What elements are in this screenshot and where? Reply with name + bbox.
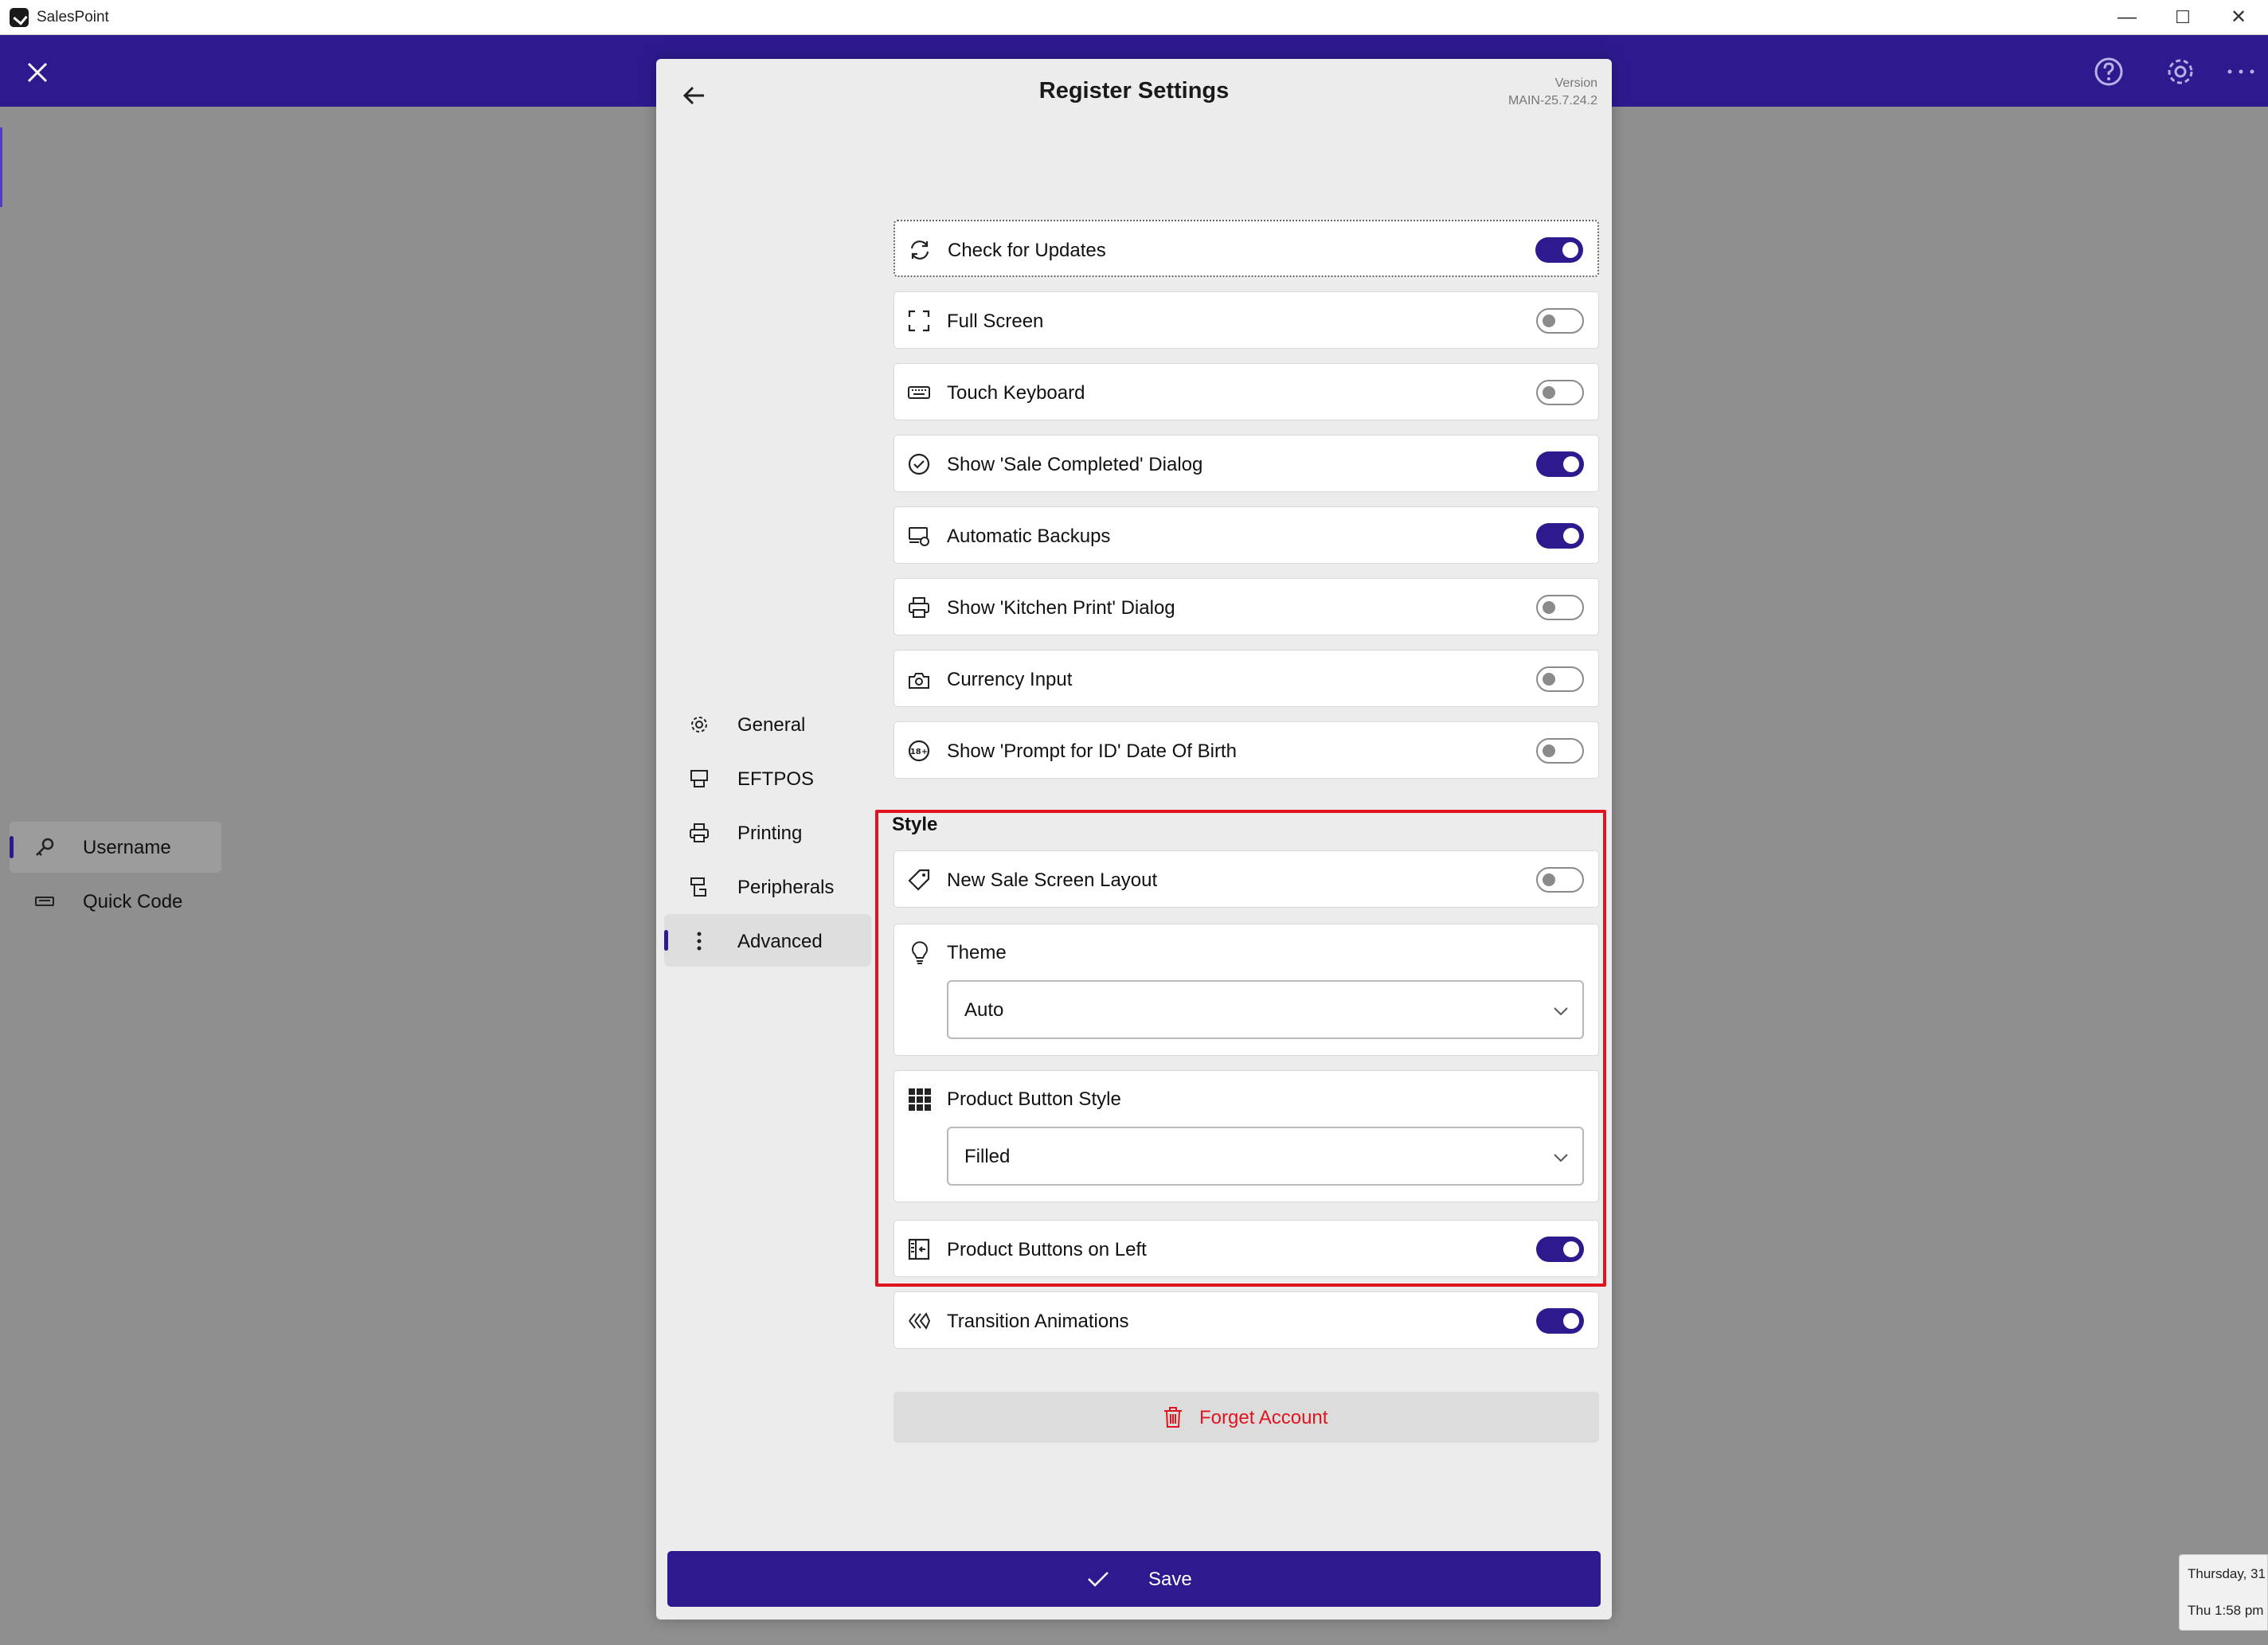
check-circle-icon: [907, 452, 931, 476]
currency-input-toggle[interactable]: [1536, 666, 1584, 692]
setting-automatic-backups[interactable]: Automatic Backups: [894, 506, 1599, 564]
nav-label: Printing: [737, 822, 803, 844]
setting-label: Currency Input: [947, 669, 1073, 690]
window-title: SalesPoint: [37, 9, 109, 25]
setting-full-screen[interactable]: Full Screen: [894, 291, 1599, 349]
more-options-icon[interactable]: [2223, 54, 2258, 89]
checkmark-icon: [1086, 1569, 1110, 1589]
selection-indicator: [10, 836, 14, 858]
keyboard-icon: [907, 381, 931, 404]
setting-prompt-for-id[interactable]: 18+ Show 'Prompt for ID' Date Of Birth: [894, 721, 1599, 779]
nav-label: Peripherals: [737, 877, 835, 898]
age-18-plus-icon: 18+: [907, 739, 931, 763]
salespoint-logo-icon: [10, 8, 29, 27]
save-button[interactable]: Save: [667, 1551, 1601, 1607]
forget-account-label: Forget Account: [1199, 1407, 1328, 1428]
setting-check-for-updates[interactable]: Check for Updates: [894, 220, 1599, 277]
setting-kitchen-print-dialog[interactable]: Show 'Kitchen Print' Dialog: [894, 578, 1599, 635]
notification-time: Thu 1:58 pm: [2188, 1603, 2264, 1618]
window-titlebar: SalesPoint — ☐ ✕: [0, 0, 2268, 35]
printer-icon: [688, 822, 710, 844]
setting-label: Show 'Kitchen Print' Dialog: [947, 597, 1175, 619]
save-label: Save: [1148, 1569, 1192, 1590]
setting-touch-keyboard[interactable]: Touch Keyboard: [894, 363, 1599, 420]
settings-gear-icon[interactable]: [2163, 54, 2198, 89]
setting-sale-completed-dialog[interactable]: Show 'Sale Completed' Dialog: [894, 435, 1599, 492]
login-menu-label: Username: [83, 837, 171, 858]
kitchen-print-dialog-toggle[interactable]: [1536, 595, 1584, 620]
nav-peripherals[interactable]: Peripherals: [664, 860, 871, 912]
window-close-button[interactable]: ✕: [2211, 0, 2266, 35]
automatic-backups-toggle[interactable]: [1536, 523, 1584, 549]
close-icon[interactable]: [24, 59, 51, 86]
nav-label: General: [737, 714, 806, 736]
login-menu-label: Quick Code: [83, 891, 183, 912]
minimize-button[interactable]: —: [2099, 0, 2155, 35]
setting-currency-input[interactable]: Currency Input: [894, 650, 1599, 707]
fullscreen-icon: [907, 309, 931, 333]
maximize-button[interactable]: ☐: [2155, 0, 2211, 35]
backup-icon: [907, 524, 931, 548]
sale-completed-dialog-toggle[interactable]: [1536, 451, 1584, 477]
version-value: MAIN-25.7.24.2: [1507, 94, 1597, 107]
nav-label: EFTPOS: [737, 768, 815, 790]
help-icon[interactable]: [2091, 54, 2126, 89]
clock-notification: Thursday, 31 Thu 1:58 pm: [2179, 1554, 2268, 1631]
key-icon: [33, 836, 56, 858]
check-for-updates-toggle[interactable]: [1535, 237, 1583, 263]
printer-icon: [907, 596, 931, 619]
style-section-highlight: [875, 810, 1606, 1287]
nav-printing[interactable]: Printing: [664, 806, 871, 858]
peripherals-icon: [688, 876, 710, 898]
currency-icon: [907, 667, 931, 691]
keyboard-icon: [33, 890, 56, 912]
setting-label: Touch Keyboard: [947, 382, 1085, 404]
version-label: Version: [1554, 76, 1597, 90]
login-menu-username[interactable]: Username: [10, 822, 221, 873]
trash-icon: [1163, 1406, 1183, 1428]
dialog-title: Register Settings: [1038, 78, 1230, 104]
nav-label: Advanced: [737, 931, 823, 952]
nav-general[interactable]: General: [664, 697, 871, 750]
card-terminal-icon: [688, 768, 710, 790]
setting-label: Transition Animations: [947, 1311, 1129, 1332]
nav-eftpos[interactable]: EFTPOS: [664, 752, 871, 804]
svg-text:18+: 18+: [910, 748, 928, 756]
setting-label: Show 'Sale Completed' Dialog: [947, 454, 1203, 475]
full-screen-toggle[interactable]: [1536, 308, 1584, 334]
transition-animations-toggle[interactable]: [1536, 1308, 1584, 1334]
setting-label: Full Screen: [947, 311, 1044, 332]
setting-label: Show 'Prompt for ID' Date Of Birth: [947, 740, 1237, 762]
touch-keyboard-toggle[interactable]: [1536, 380, 1584, 405]
setting-label: Automatic Backups: [947, 526, 1111, 547]
version-info: Version MAIN-25.7.24.2: [1508, 75, 1597, 110]
refresh-icon: [908, 238, 932, 262]
notification-date: Thursday, 31: [2188, 1566, 2266, 1581]
forget-account-button[interactable]: Forget Account: [894, 1392, 1599, 1443]
gear-icon: [688, 713, 710, 736]
more-vertical-icon: [688, 930, 710, 952]
setting-label: Check for Updates: [948, 240, 1106, 261]
login-menu-quick-code[interactable]: Quick Code: [10, 876, 221, 927]
nav-advanced[interactable]: Advanced: [664, 914, 871, 967]
prompt-for-id-toggle[interactable]: [1536, 738, 1584, 764]
animation-icon: [907, 1309, 931, 1333]
selection-indicator: [664, 930, 668, 951]
edge-accent: [0, 127, 2, 207]
setting-transition-animations[interactable]: Transition Animations: [894, 1291, 1599, 1349]
